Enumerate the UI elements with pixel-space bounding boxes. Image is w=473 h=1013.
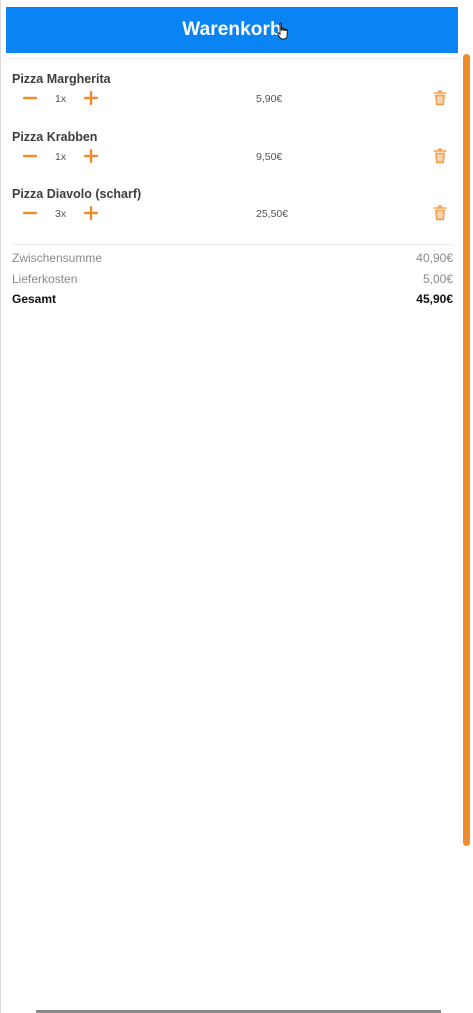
total-row: Gesamt 45,90€	[12, 291, 453, 307]
scrollbar-thumb[interactable]	[463, 54, 470, 846]
subtotal-label: Zwischensumme	[12, 251, 103, 265]
cart-item: Pizza Margherita 1x 5,90€	[12, 72, 458, 122]
item-quantity: 3x	[55, 208, 67, 220]
trash-icon[interactable]	[433, 205, 447, 221]
total-value: 45,90€	[416, 292, 453, 306]
item-name: Pizza Krabben	[12, 130, 98, 144]
item-quantity: 1x	[55, 93, 67, 105]
item-quantity: 1x	[55, 151, 67, 163]
item-price: 25,50€	[256, 208, 289, 220]
plus-icon[interactable]	[84, 149, 98, 163]
plus-icon[interactable]	[84, 206, 98, 220]
header-bar: Warenkorb	[6, 7, 458, 53]
subtotal-value: 40,90€	[416, 251, 453, 265]
trash-icon[interactable]	[433, 90, 447, 106]
total-label: Gesamt	[12, 292, 57, 306]
plus-icon[interactable]	[84, 91, 98, 105]
item-name: Pizza Diavolo (scharf)	[12, 187, 142, 201]
delivery-value: 5,00€	[422, 272, 453, 286]
summary-divider	[12, 244, 453, 245]
cart-item: Pizza Krabben 1x 9,50€	[12, 130, 458, 180]
minus-icon[interactable]	[23, 206, 37, 220]
hand-cursor-icon	[277, 22, 288, 40]
header-divider	[6, 58, 458, 59]
cart-item: Pizza Diavolo (scharf) 3x 25,50€	[12, 187, 458, 237]
item-price: 9,50€	[256, 151, 283, 163]
app-frame: Warenkorb Pizza Margherita 1x 5,90€ Pizz…	[0, 0, 473, 1013]
page-title: Warenkorb	[182, 19, 282, 40]
trash-icon[interactable]	[433, 148, 447, 164]
scrollbar[interactable]	[463, 54, 470, 846]
minus-icon[interactable]	[23, 91, 37, 105]
delivery-label: Lieferkosten	[12, 272, 78, 286]
item-name: Pizza Margherita	[12, 72, 111, 86]
item-price: 5,90€	[256, 93, 283, 105]
minus-icon[interactable]	[23, 149, 37, 163]
subtotal-row: Zwischensumme 40,90€	[12, 250, 453, 266]
delivery-row: Lieferkosten 5,00€	[12, 271, 453, 287]
